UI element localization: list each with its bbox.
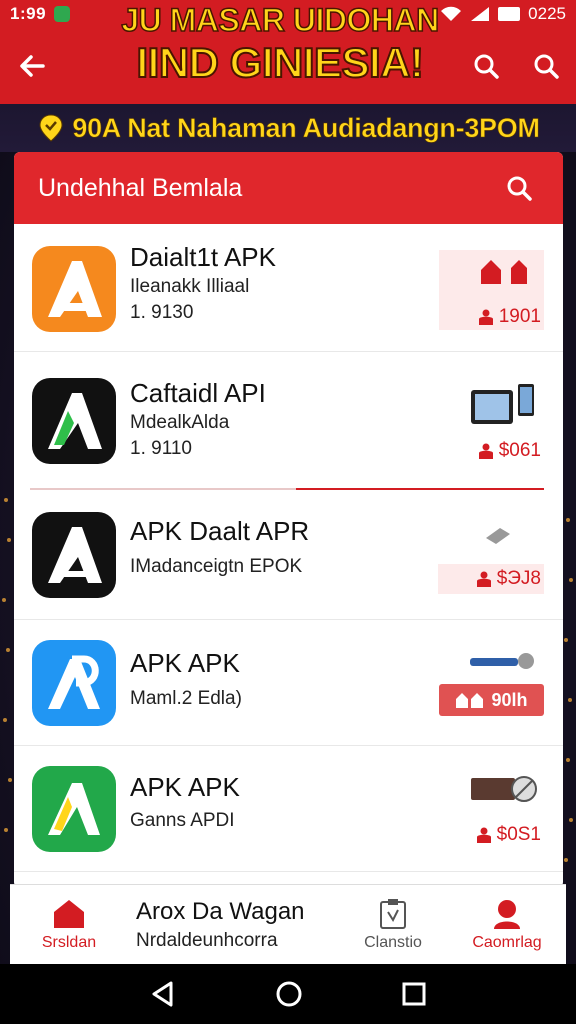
app-icon (32, 246, 116, 332)
app-icon (32, 766, 116, 852)
app-subtitle: IMadanceigtn EPOK (130, 556, 303, 577)
nav-camp[interactable]: Caomrlag (448, 885, 566, 964)
apk-logo-icon (48, 393, 102, 449)
app-icon (32, 640, 116, 726)
list-item[interactable]: Caftaidl API MdealkAlda 1. 9110 $061 (14, 352, 563, 488)
search-button-2[interactable] (516, 34, 576, 98)
app-name: APK APK (130, 648, 240, 678)
app-subtitle: MdealkAlda (130, 412, 230, 433)
user-icon (476, 571, 491, 587)
list-item[interactable]: APK APK Maml.2 Edla) 90lh (14, 620, 563, 746)
app-subtitle: Ganns APDI (130, 810, 235, 831)
app-price-value: $061 (498, 440, 541, 461)
title-line-1: JU MASAR UIDOHAN (121, 2, 440, 38)
nav-clan[interactable]: Clanstio (338, 885, 448, 964)
system-navigation-bar (0, 964, 576, 1024)
wallet-icon (471, 776, 537, 802)
home-icon (54, 899, 84, 928)
battery-icon (498, 7, 521, 21)
list-item[interactable]: APK Daalt APR IMadanceigtn EPOK $ЭJ8 (14, 492, 563, 620)
arrow-left-icon (20, 55, 45, 77)
notification-icon (54, 6, 71, 22)
app-price: $ЭJ8 (476, 568, 541, 590)
devices-icon (471, 384, 534, 424)
battery-text: 0225 (528, 4, 566, 23)
page-title: JU MASAR UIDOHAN IIND GINIESIA! (100, 2, 460, 86)
search-icon (534, 54, 559, 79)
user-icon (478, 443, 493, 459)
app-price: 1901 (478, 306, 541, 328)
tag-icon (486, 528, 510, 544)
app-subtitle: Maml.2 Edla) (130, 688, 242, 709)
app-meta: 1. 9110 (130, 438, 192, 459)
bottom-navigation: Srsldan Arox Da Wagan Nrdaldeunhcorra Cl… (10, 884, 566, 964)
app-meta: 1. 9130 (130, 302, 194, 323)
app-price: $0S1 (476, 824, 541, 846)
user-icon (478, 309, 493, 325)
app-name: Daialt1t APK (130, 242, 276, 272)
person-icon (494, 899, 520, 929)
tagline-text: 90A Nat Nahaman Audiadangn-3POM (72, 112, 540, 143)
apk-logo-icon (48, 261, 102, 317)
nav-home-label: Srsldan (41, 933, 97, 951)
app-thumbnail (468, 650, 538, 672)
list-item[interactable]: APK APK Ganns APDI $0S1 (14, 746, 563, 872)
app-name: APK APK (130, 772, 240, 802)
back-triangle-icon[interactable] (149, 980, 177, 1008)
location-pin-icon (39, 114, 63, 142)
back-button[interactable] (0, 34, 64, 98)
vehicle-icon (470, 653, 534, 669)
apk-logo-icon (48, 655, 100, 709)
apk-logo-icon (48, 527, 102, 583)
app-price: $061 (478, 440, 541, 462)
app-price-value: $0S1 (496, 824, 541, 845)
card-header: Undehhal Bemlala (14, 152, 563, 224)
signal-icon (471, 7, 490, 21)
app-list-card: Undehhal Bemlala Daialt1t APK Ileanakk I… (14, 152, 563, 888)
house-icon (481, 260, 527, 284)
apk-logo-icon (48, 783, 100, 835)
app-name: APK Daalt APR (130, 516, 310, 546)
app-subtitle: Ileanakk Illiaal (130, 276, 250, 297)
card-search-button[interactable] (499, 168, 539, 208)
app-price-value: 90lh (491, 689, 528, 710)
home-circle-icon[interactable] (275, 980, 303, 1008)
nav-clan-label: Clanstio (364, 933, 422, 951)
app-icon (32, 512, 116, 598)
app-price-value: 1901 (498, 306, 541, 327)
nav-center[interactable]: Arox Da Wagan Nrdaldeunhcorra (128, 885, 338, 964)
app-thumbnail (470, 382, 536, 426)
app-icon (32, 378, 116, 464)
house-icon (456, 693, 484, 708)
search-icon (474, 54, 499, 79)
card-title: Undehhal Bemlala (38, 173, 243, 202)
status-time: 1:99 (10, 4, 47, 23)
list-divider (30, 488, 544, 490)
nav-home[interactable]: Srsldan (10, 885, 128, 964)
nav-camp-label: Caomrlag (472, 933, 542, 951)
app-price-value: $ЭJ8 (496, 568, 541, 589)
app-name: Caftaidl API (130, 378, 266, 408)
app-thumbnail (470, 774, 538, 804)
clipboard-icon (380, 898, 406, 929)
nav-center-title: Arox Da Wagan (136, 897, 305, 925)
nav-center-subtitle: Nrdaldeunhcorra (136, 929, 278, 951)
list-item[interactable]: Daialt1t APK Ileanakk Illiaal 1. 9130 19… (14, 228, 563, 352)
app-thumbnail (484, 526, 512, 546)
recents-square-icon[interactable] (401, 981, 427, 1007)
tagline-banner: 90A Nat Nahaman Audiadangn-3POM (0, 104, 576, 152)
app-header: JU MASAR UIDOHAN IIND GINIESIA! (0, 3, 576, 104)
title-line-2: IIND GINIESIA! (135, 39, 425, 86)
search-button[interactable] (456, 34, 516, 98)
price-badge[interactable]: 90lh (439, 684, 544, 716)
search-icon (507, 176, 532, 201)
user-icon (476, 827, 491, 843)
